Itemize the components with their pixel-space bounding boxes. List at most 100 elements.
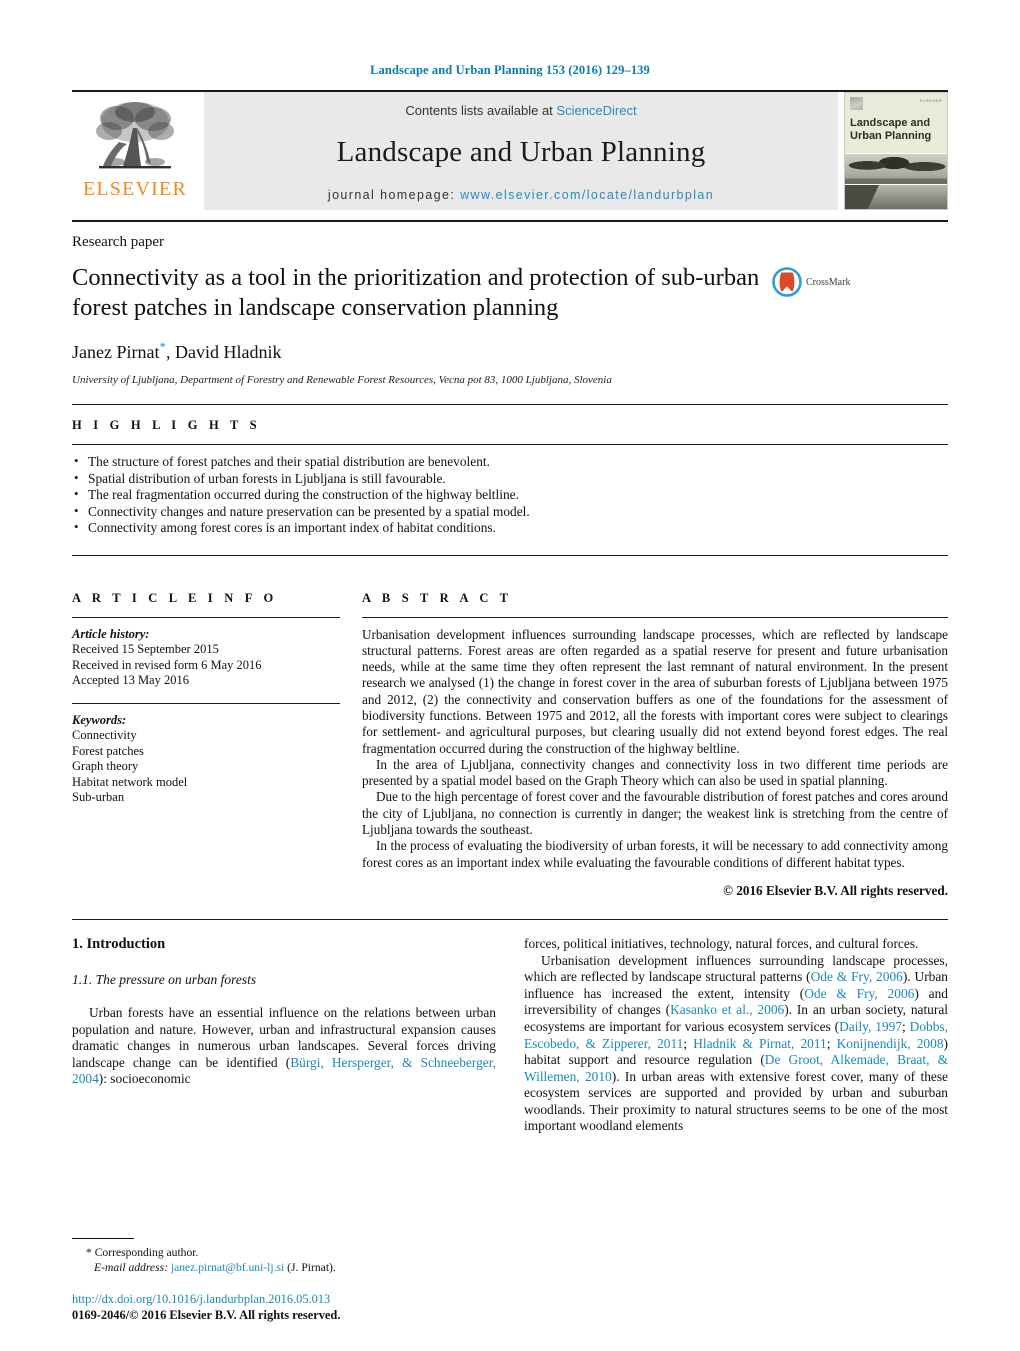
citation-separator: ;: [902, 1018, 910, 1034]
author-primary: Janez Pirnat: [72, 342, 160, 362]
list-item: The structure of forest patches and thei…: [72, 453, 948, 471]
abstract-column: A B S T R A C T Urbanisation development…: [362, 578, 948, 899]
elsevier-wordmark: ELSEVIER: [82, 178, 188, 200]
article-type-label: Research paper: [72, 234, 165, 250]
abstract-paragraph: In the process of evaluating the biodive…: [362, 838, 948, 870]
citation-separator: ;: [683, 1035, 694, 1051]
crossmark-badge[interactable]: CrossMark: [772, 267, 850, 297]
citation-link[interactable]: Ode & Fry, 2006: [811, 969, 903, 984]
keyword-item: Forest patches: [72, 743, 144, 758]
body-columns: 1. Introduction 1.1. The pressure on urb…: [72, 936, 948, 1135]
title-row: Connectivity as a tool in the prioritiza…: [72, 263, 948, 323]
contents-prefix: Contents lists available at: [405, 103, 557, 118]
author-list: Janez Pirnat*, David Hladnik: [72, 339, 948, 363]
subsection-heading-pressure: 1.1. The pressure on urban forests: [72, 971, 257, 987]
email-suffix: (J. Pirnat).: [287, 1260, 336, 1274]
article-info-heading: A R T I C L E I N F O: [72, 590, 278, 605]
page-title: Connectivity as a tool in the prioritiza…: [72, 264, 760, 321]
keywords-divider: [72, 702, 340, 704]
history-revised: Received in revised form 6 May 2016: [72, 657, 262, 672]
journal-masthead: ELSEVIER Contents lists available at Sci…: [72, 90, 948, 210]
body-column-right: forces, political initiatives, technolog…: [524, 936, 948, 1135]
article-history-block: Article history: Received 15 September 2…: [72, 627, 340, 689]
cover-journal-title: Landscape and Urban Planning: [850, 117, 932, 142]
article-info-column: A R T I C L E I N F O Article history: R…: [72, 578, 362, 899]
email-label: E-mail address:: [94, 1260, 168, 1274]
journal-title: Landscape and Urban Planning: [336, 136, 706, 168]
list-item: Spatial distribution of urban forests in…: [72, 470, 948, 488]
title-divider: [72, 220, 948, 222]
keywords-label: Keywords:: [72, 712, 127, 727]
abstract-heading: A B S T R A C T: [362, 590, 513, 605]
cover-top-panel: ELSEVIER Landscape and Urban Planning: [845, 93, 947, 154]
highlights-heading: H I G H L I G H T S: [72, 418, 261, 432]
homepage-url-link[interactable]: www.elsevier.com/locate/landurbplan: [460, 188, 714, 202]
footnote-rule: [72, 1238, 134, 1239]
section-heading-introduction: 1. Introduction: [72, 935, 166, 952]
keyword-item: Sub-urban: [72, 790, 125, 804]
info-abstract-top-divider: [72, 554, 948, 556]
citation-link[interactable]: Daily, 1997: [839, 1019, 902, 1034]
list-item: Connectivity changes and nature preserva…: [72, 503, 948, 521]
abstract-divider: [362, 616, 948, 618]
corresponding-author-note: * Corresponding author. E-mail address: …: [72, 1246, 502, 1275]
abstract-paragraph: Due to the high percentage of forest cov…: [362, 789, 948, 838]
author-secondary: , David Hladnik: [165, 342, 282, 362]
doi-link[interactable]: http://dx.doi.org/10.1016/j.landurbplan.…: [72, 1292, 592, 1308]
asterisk-marker: *: [86, 1246, 92, 1259]
corresponding-author-line: * Corresponding author.: [72, 1246, 502, 1261]
corresponding-author-text: Corresponding author.: [94, 1246, 199, 1259]
keyword-item: Graph theory: [72, 759, 139, 773]
abstract-paragraph: In the area of Ljubljana, connectivity c…: [362, 756, 948, 789]
email-line: E-mail address: janez.pirnat@bf.uni-lj.s…: [72, 1261, 502, 1276]
history-accepted: Accepted 13 May 2016: [72, 673, 189, 687]
sciencedirect-link[interactable]: ScienceDirect: [556, 103, 636, 118]
journal-cover-thumbnail[interactable]: ELSEVIER Landscape and Urban Planning: [844, 92, 948, 210]
crossmark-icon: [772, 267, 802, 297]
elsevier-logo-block: ELSEVIER: [72, 92, 198, 210]
journal-banner: Contents lists available at ScienceDirec…: [204, 92, 838, 210]
keyword-item: Habitat network model: [72, 774, 188, 789]
highlights-list: The structure of forest patches and thei…: [72, 453, 948, 537]
cover-photo-road: [845, 184, 947, 209]
cover-brandmark-text: ELSEVIER: [920, 98, 942, 103]
body-paragraph: forces, political initiatives, technolog…: [524, 935, 919, 951]
abstract-body: Urbanisation development influences surr…: [362, 627, 948, 871]
crossmark-label: CrossMark: [806, 276, 851, 288]
abstract-copyright: © 2016 Elsevier B.V. All rights reserved…: [723, 882, 948, 898]
body-top-divider: [72, 918, 948, 920]
publication-meta: http://dx.doi.org/10.1016/j.landurbplan.…: [72, 1292, 592, 1323]
article-info-divider: [72, 616, 340, 618]
citation-link[interactable]: Kasanko et al., 2006: [670, 1002, 784, 1017]
highlights-inner-divider: [72, 444, 948, 445]
abstract-paragraph: Urbanisation development influences surr…: [362, 626, 948, 756]
body-paragraph: Urbanisation development influences surr…: [524, 953, 948, 1136]
body-paragraph: Urban forests have an essential influenc…: [72, 1005, 496, 1088]
author-affiliation: University of Ljubljana, Department of F…: [72, 374, 612, 386]
issn-copyright-line: 0169-2046/© 2016 Elsevier B.V. All right…: [72, 1307, 341, 1322]
list-item: The real fragmentation occurred during t…: [72, 486, 948, 504]
elsevier-tree-icon: [96, 102, 174, 169]
citation-link[interactable]: Ode & Fry, 2006: [804, 986, 914, 1001]
article-history-label: Article history:: [72, 626, 150, 641]
keywords-block: Keywords: Connectivity Forest patches Gr…: [72, 713, 340, 806]
citation-link[interactable]: Hladnik & Pirnat, 2011: [693, 1036, 827, 1051]
journal-homepage-line: journal homepage: www.elsevier.com/locat…: [328, 188, 714, 202]
contents-available-line: Contents lists available at ScienceDirec…: [405, 103, 636, 118]
article-page: Landscape and Urban Planning 153 (2016) …: [0, 0, 1020, 1351]
info-abstract-region: A R T I C L E I N F O Article history: R…: [72, 578, 948, 899]
cover-photo-trees: [845, 153, 947, 185]
footnote-zone: * Corresponding author. E-mail address: …: [72, 1238, 502, 1275]
email-link[interactable]: janez.pirnat@bf.uni-lj.si: [171, 1261, 284, 1274]
keyword-item: Connectivity: [72, 728, 137, 742]
paragraph-text: ): socioeconomic: [98, 1071, 191, 1087]
body-column-left: 1. Introduction 1.1. The pressure on urb…: [72, 936, 496, 1135]
history-received: Received 15 September 2015: [72, 642, 219, 656]
running-head: Landscape and Urban Planning 153 (2016) …: [370, 63, 650, 77]
citation-separator: ;: [826, 1035, 837, 1051]
cover-elsevier-mini-icon: [850, 97, 863, 110]
highlights-top-divider: [72, 404, 948, 405]
citation-link[interactable]: Konijnendijk, 2008: [837, 1036, 944, 1051]
list-item: Connectivity among forest cores is an im…: [72, 519, 948, 537]
homepage-prefix: journal homepage:: [327, 188, 461, 202]
